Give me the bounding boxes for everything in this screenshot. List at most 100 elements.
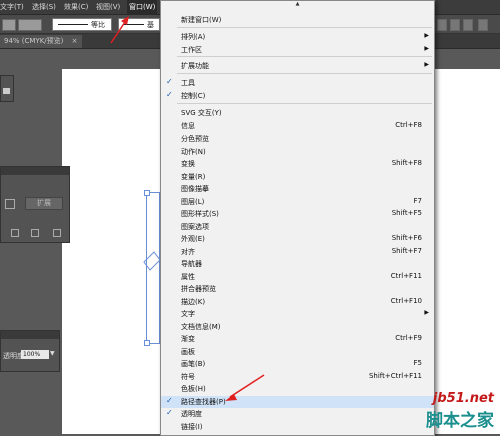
menu-item[interactable]: 信息 Ctrl+F8 [161, 120, 434, 132]
menu-item-label: SVG 交互(Y) [181, 109, 222, 117]
menu-item[interactable]: 外观(E) Shift+F6 [161, 233, 434, 245]
pathfinder-icon[interactable] [53, 229, 61, 237]
panel-header[interactable] [1, 331, 59, 339]
shape-mode-icon[interactable] [5, 199, 15, 209]
menu-item[interactable]: 符号 Shift+Ctrl+F11 [161, 371, 434, 383]
menu-item-label: 信息 [181, 122, 195, 130]
selection-handle[interactable] [144, 190, 150, 196]
menu-item[interactable]: 画笔(B) F5 [161, 358, 434, 370]
menu-item[interactable]: 扩展功能 ▶ [161, 60, 434, 72]
menu-item[interactable]: 描边(K) Ctrl+F10 [161, 296, 434, 308]
document-tab-title: 94% (CMYK/预览) [4, 37, 64, 45]
menu-type[interactable]: 文字(T) [0, 2, 24, 12]
rotated-shape[interactable] [142, 250, 162, 272]
menu-item[interactable]: 工作区 ▶ [161, 44, 434, 56]
close-icon[interactable]: × [72, 37, 78, 45]
menu-item[interactable]: ✓ 控制(C) [161, 90, 434, 102]
menu-item-label: 工具 [181, 79, 195, 87]
stroke-profile-label: 等比 [91, 21, 105, 29]
menu-item[interactable]: 图案选项 [161, 221, 434, 233]
toolbar-icon-4[interactable] [478, 19, 488, 31]
menu-effect[interactable]: 效果(C) [64, 2, 88, 12]
menu-item-label: 符号 [181, 373, 195, 381]
brush-label: 基 [147, 21, 154, 29]
menu-item[interactable]: 变量(R) [161, 171, 434, 183]
menu-item-shortcut: Shift+F5 [391, 209, 422, 217]
panel-icon[interactable] [3, 88, 10, 94]
menu-item[interactable]: 画板 [161, 346, 434, 358]
menu-item[interactable]: 排列(A) ▶ [161, 31, 434, 43]
menu-item-label: 动作(N) [181, 148, 206, 156]
check-icon: ✓ [166, 408, 173, 417]
pathfinder-icon[interactable] [31, 229, 39, 237]
menu-item-shortcut: Ctrl+F10 [390, 297, 422, 305]
submenu-arrow-icon: ▶ [424, 45, 429, 52]
menu-item-shortcut: Ctrl+F8 [395, 121, 422, 129]
menu-item-shortcut: Ctrl+F9 [395, 334, 422, 342]
watermark: jb51.net 脚本之家 [426, 391, 494, 431]
scroll-up-icon[interactable]: ▲ [161, 1, 434, 9]
left-dock-mini [0, 75, 14, 102]
artboard-right[interactable] [432, 69, 500, 434]
menu-item-label: 工作区 [181, 46, 202, 54]
check-icon: ✓ [166, 77, 173, 86]
menu-item[interactable]: 链接(I) [161, 421, 434, 433]
menu-item[interactable]: 变换 Shift+F8 [161, 158, 434, 170]
toolbar-icon-3[interactable] [463, 19, 473, 31]
expand-button[interactable]: 扩展 [25, 197, 63, 210]
menu-item[interactable]: 图层(L) F7 [161, 196, 434, 208]
menu-item[interactable]: 文字 ▶ [161, 308, 434, 320]
menu-item-label: 对齐 [181, 248, 195, 256]
menu-item-label: 透明度 [181, 410, 202, 418]
selection-handle[interactable] [144, 340, 150, 346]
pathfinder-icon[interactable] [11, 229, 19, 237]
menu-item-label: 变量(R) [181, 173, 206, 181]
menu-item[interactable]: 拼合器预览 [161, 283, 434, 295]
menu-item-label: 图案选项 [181, 223, 209, 231]
panel-header[interactable] [1, 167, 69, 175]
submenu-arrow-icon: ▶ [424, 32, 429, 39]
document-tab[interactable]: 94% (CMYK/预览) × [0, 35, 82, 48]
menu-view[interactable]: 视图(V) [96, 2, 120, 12]
menu-item[interactable]: 图形样式(S) Shift+F5 [161, 208, 434, 220]
menu-item[interactable]: 渐变 Ctrl+F9 [161, 333, 434, 345]
submenu-arrow-icon: ▶ [424, 309, 429, 316]
menu-separator [177, 103, 432, 104]
stroke-profile-select[interactable]: 等比 [52, 18, 112, 31]
stroke-line-preview [58, 24, 88, 25]
menu-item[interactable]: 图像描摹 [161, 183, 434, 195]
menu-item[interactable]: ✓ 透明度 [161, 408, 434, 420]
toolbar-icon-2[interactable] [450, 19, 460, 31]
menu-item-label: 拼合器预览 [181, 285, 216, 293]
check-icon: ✓ [166, 396, 173, 405]
menu-item[interactable]: 动作(N) [161, 146, 434, 158]
menu-item[interactable]: 对齐 Shift+F7 [161, 246, 434, 258]
menu-item[interactable]: ✓ 路径查找器(P) [161, 396, 434, 408]
menu-item-label: 文档信息(M) [181, 323, 221, 331]
menu-item[interactable]: 属性 Ctrl+F11 [161, 271, 434, 283]
menu-item[interactable]: ✓ 工具 [161, 77, 434, 89]
stroke-weight-field[interactable] [18, 19, 42, 31]
menu-item[interactable]: SVG 交互(Y) [161, 107, 434, 119]
menu-select[interactable]: 选择(S) [32, 2, 56, 12]
menu-item-label: 图像描摹 [181, 185, 209, 193]
menu-item-label: 分色预览 [181, 135, 209, 143]
menu-item-label: 路径查找器(P) [181, 398, 226, 406]
toolbar-icon-1[interactable] [437, 19, 447, 31]
menu-item[interactable]: 文档信息(M) [161, 321, 434, 333]
menu-item[interactable]: 色板(H) [161, 383, 434, 395]
menu-item[interactable]: 导航器 [161, 258, 434, 270]
menu-item-shortcut: Shift+F6 [391, 234, 422, 242]
menu-item-label: 渐变 [181, 335, 195, 343]
watermark-brand: 脚本之家 [426, 411, 494, 431]
menu-separator [177, 27, 432, 28]
opacity-input[interactable]: 100% [21, 350, 49, 359]
menu-item[interactable]: 新建窗口(W) [161, 14, 434, 26]
chevron-down-icon[interactable]: ▼ [50, 350, 55, 357]
menu-item[interactable]: 分色预览 [161, 133, 434, 145]
menu-item-shortcut: Shift+F7 [391, 247, 422, 255]
menu-item-shortcut: Shift+F8 [391, 159, 422, 167]
fill-swatch[interactable] [2, 19, 16, 31]
menu-item-label: 新建窗口(W) [181, 16, 222, 24]
menu-window[interactable]: 窗口(W) [127, 0, 158, 14]
